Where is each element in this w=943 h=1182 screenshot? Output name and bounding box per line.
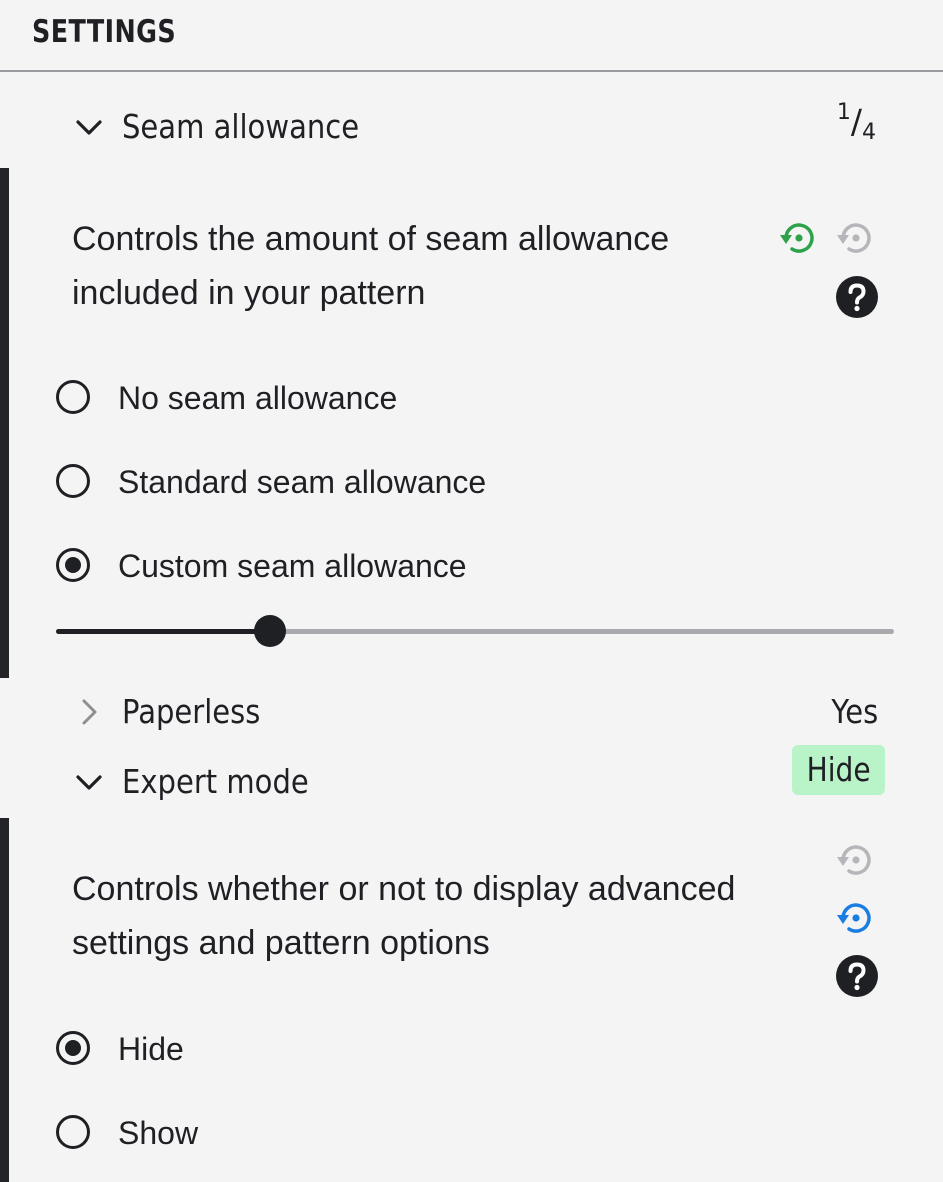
paperless-header[interactable]: Paperless Yes xyxy=(72,687,892,739)
seam-allowance-label: Seam allowance xyxy=(122,107,360,146)
radio-label: Show xyxy=(118,1115,199,1151)
radio-circle-checked[interactable] xyxy=(56,1031,90,1065)
radio-circle[interactable] xyxy=(56,464,90,498)
chevron-down-icon xyxy=(76,120,102,135)
chevron-right-icon xyxy=(82,699,97,725)
radio-label: Custom seam allowance xyxy=(118,548,467,584)
expert-mode-panel-bar xyxy=(0,818,9,1182)
help-icon[interactable] xyxy=(835,954,879,998)
help-icon[interactable] xyxy=(835,275,879,319)
settings-title: SETTINGS xyxy=(32,14,177,50)
reset-default-icon[interactable] xyxy=(834,838,878,882)
seam-allowance-header[interactable]: Seam allowance 1/4 xyxy=(72,100,892,154)
reset-previous-icon[interactable] xyxy=(834,216,878,260)
reset-previous-icon[interactable] xyxy=(834,896,878,940)
expert-mode-value-badge: Hide xyxy=(791,745,885,795)
seam-allowance-slider[interactable] xyxy=(56,615,894,647)
expert-mode-label: Expert mode xyxy=(122,762,309,801)
slider-thumb[interactable] xyxy=(253,615,286,647)
radio-circle[interactable] xyxy=(56,380,90,414)
radio-label: Standard seam allowance xyxy=(118,464,487,500)
radio-circle[interactable] xyxy=(56,1115,90,1149)
radio-label: No seam allowance xyxy=(118,380,398,416)
radio-label: Hide xyxy=(118,1031,184,1067)
slider-fill xyxy=(56,629,270,634)
reset-default-icon[interactable] xyxy=(777,216,821,260)
seam-allowance-value: 1/4 xyxy=(836,100,876,145)
expert-mode-description: Controls whether or not to display advan… xyxy=(72,870,736,962)
paperless-value: Yes xyxy=(831,692,878,731)
seam-allowance-panel-bar xyxy=(0,168,9,678)
expert-mode-header[interactable]: Expert mode Hide xyxy=(72,745,892,809)
radio-circle-checked[interactable] xyxy=(56,548,90,582)
title-divider xyxy=(0,70,943,72)
paperless-label: Paperless xyxy=(122,692,261,731)
seam-allowance-description: Controls the amount of seam allowance in… xyxy=(72,220,670,312)
chevron-down-icon xyxy=(76,775,102,790)
